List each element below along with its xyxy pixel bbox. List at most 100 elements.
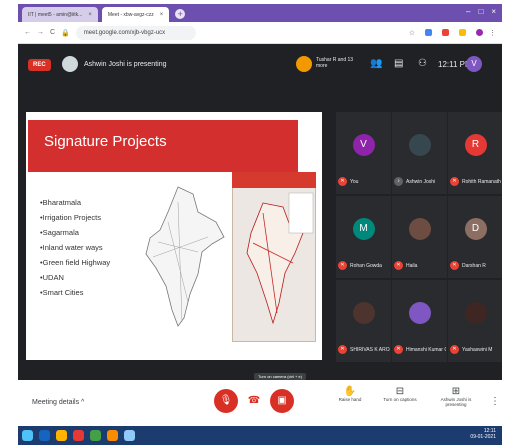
mic-off-icon: ✕ bbox=[450, 345, 459, 354]
participant-tile[interactable]: ✕ Haila bbox=[392, 196, 447, 278]
camera-button[interactable]: ▣ bbox=[270, 389, 294, 413]
taskbar-app-icon[interactable] bbox=[39, 430, 50, 441]
tab-meet-label: Meet - xbw-avgz-czz bbox=[107, 11, 154, 18]
mic-off-icon: ✕ bbox=[338, 261, 347, 270]
india-map bbox=[145, 186, 225, 327]
news-header bbox=[232, 172, 316, 188]
mic-off-icon: ✕ bbox=[450, 261, 459, 270]
extension-icon[interactable] bbox=[442, 29, 449, 36]
participant-grid: V ✕ You ♪ Ashwin Joshi R ✕ Rohith Ramanath M ✕… bbox=[336, 112, 502, 362]
presenting-label: Ashwin Joshi is presenting bbox=[84, 61, 167, 68]
meeting-controls-bar: Meeting details ^ Turn on camera (ctrl +… bbox=[18, 373, 502, 426]
participant-name: Yashaswini M bbox=[462, 347, 493, 353]
participant-name: Rohan Gowda bbox=[350, 263, 382, 269]
avatar: V bbox=[352, 134, 375, 156]
slide-item: Bharatmala bbox=[40, 198, 110, 213]
participant-tile[interactable]: ✕ Yashaswini M bbox=[448, 280, 502, 362]
minimize-icon[interactable]: – bbox=[466, 7, 470, 16]
back-icon[interactable]: ← bbox=[24, 29, 31, 36]
avatar bbox=[352, 302, 375, 324]
slide-item: Inland water ways bbox=[40, 243, 110, 258]
maximize-icon[interactable]: □ bbox=[478, 7, 483, 16]
present-icon: ⊞ bbox=[451, 386, 461, 397]
presenter-avatar bbox=[62, 56, 78, 72]
raise-hand-button[interactable]: ✋ Raise hand bbox=[330, 386, 370, 402]
avatar: D bbox=[464, 218, 487, 240]
extension-icon[interactable] bbox=[459, 29, 466, 36]
participant-name: Himanshi Kumar Gil bbox=[406, 347, 446, 353]
raise-hand-label: Raise hand bbox=[338, 397, 362, 402]
avatar bbox=[408, 302, 431, 324]
camera-tooltip: Turn on camera (ctrl + e) bbox=[254, 373, 306, 380]
participant-tile[interactable]: R ✕ Rohith Ramanath bbox=[448, 112, 502, 194]
meeting-top-bar: REC Ashwin Joshi is presenting Tushar R … bbox=[18, 44, 502, 92]
star-icon[interactable]: ☆ bbox=[409, 29, 415, 37]
recording-badge: REC bbox=[28, 59, 51, 71]
lock-icon: 🔒 bbox=[61, 29, 70, 37]
participant-name: Haila bbox=[406, 263, 418, 269]
participant-name: Ashwin Joshi bbox=[406, 179, 436, 185]
start-icon[interactable] bbox=[22, 430, 33, 441]
slide-item: UDAN bbox=[40, 273, 110, 288]
meeting-stage: Signature Projects Bharatmala Irrigation… bbox=[18, 92, 502, 380]
avatar: R bbox=[464, 134, 487, 156]
my-avatar[interactable]: V bbox=[466, 56, 482, 72]
slide-item: Sagarmala bbox=[40, 228, 110, 243]
participants-avatar bbox=[296, 56, 312, 72]
mic-off-icon: 🎙 bbox=[219, 395, 233, 406]
news-clipping bbox=[232, 172, 316, 342]
tab-bar: IIT | meet5 - amin@iitk... × Meet - xbw-a… bbox=[18, 4, 502, 22]
menu-icon[interactable]: ⋮ bbox=[489, 29, 496, 37]
captions-button[interactable]: ⊟ Turn on captions bbox=[380, 386, 420, 402]
others-label: Tushar R and 13 more bbox=[316, 57, 354, 69]
meeting-details-button[interactable]: Meeting details ^ bbox=[32, 399, 84, 406]
profile-avatar[interactable] bbox=[476, 29, 483, 36]
close-icon[interactable]: × bbox=[88, 12, 92, 18]
more-options-icon[interactable]: ⋮ bbox=[490, 396, 500, 407]
participant-tile[interactable]: ✕Himanshi Kumar Gil bbox=[392, 280, 447, 362]
chat-icon[interactable]: ▤ bbox=[394, 58, 403, 69]
present-label: Ashwin Joshi is presenting bbox=[440, 397, 472, 407]
hangup-icon: ☎ bbox=[247, 395, 261, 406]
tab-mail[interactable]: IIT | meet5 - amin@iitk... × bbox=[22, 7, 98, 22]
participant-tile[interactable]: ♪ Ashwin Joshi bbox=[392, 112, 447, 194]
reload-icon[interactable]: C bbox=[50, 29, 55, 36]
people-icon[interactable]: 👥 bbox=[370, 58, 382, 69]
participant-name: SHIRIVAS K AROJ bbox=[350, 347, 390, 353]
browser-window: IIT | meet5 - amin@iitk... × Meet - xbw-a… bbox=[18, 4, 502, 445]
slide-title: Signature Projects bbox=[44, 133, 167, 150]
leave-call-button[interactable]: ☎ bbox=[242, 389, 266, 413]
avatar: M bbox=[352, 218, 375, 240]
tab-mail-label: IIT | meet5 - amin@iitk... bbox=[28, 11, 83, 18]
new-tab-button[interactable]: + bbox=[175, 9, 186, 19]
mic-off-icon: ✕ bbox=[394, 261, 403, 270]
slide-item: Irrigation Projects bbox=[40, 213, 110, 228]
taskbar-app-icon[interactable] bbox=[107, 430, 118, 441]
taskbar-app-icon[interactable] bbox=[90, 430, 101, 441]
microphone-button[interactable]: 🎙 bbox=[214, 389, 238, 413]
close-window-icon[interactable]: × bbox=[491, 7, 496, 16]
participant-tile[interactable]: ✕ SHIRIVAS K AROJ bbox=[336, 280, 391, 362]
tab-meet[interactable]: Meet - xbw-avgz-czz × bbox=[101, 7, 170, 22]
slide-list: Bharatmala Irrigation Projects Sagarmala… bbox=[40, 198, 111, 303]
camera-off-icon: ▣ bbox=[277, 395, 287, 406]
participant-tile[interactable]: M ✕ Rohan Gowda bbox=[336, 196, 391, 278]
participant-tile[interactable]: D ✕ Darshan R bbox=[448, 196, 502, 278]
extension-icon[interactable] bbox=[425, 29, 432, 36]
participant-name: You bbox=[350, 179, 359, 185]
avatar bbox=[464, 302, 487, 324]
participant-tile[interactable]: V ✕ You bbox=[336, 112, 391, 194]
forward-icon[interactable]: → bbox=[37, 29, 44, 36]
activities-icon[interactable]: ⚇ bbox=[418, 58, 427, 69]
taskbar-app-icon[interactable] bbox=[124, 430, 135, 441]
close-icon[interactable]: × bbox=[160, 12, 164, 18]
captions-label: Turn on captions bbox=[383, 397, 417, 402]
url-field[interactable]: meet.google.com/xjb-vbgz-ucx bbox=[75, 25, 196, 40]
captions-icon: ⊟ bbox=[395, 386, 405, 397]
chrome-icon[interactable] bbox=[73, 430, 84, 441]
mic-off-icon: ✕ bbox=[338, 345, 347, 354]
folder-icon[interactable] bbox=[56, 430, 67, 441]
participant-name: Darshan R bbox=[462, 263, 486, 269]
mic-off-icon: ✕ bbox=[338, 177, 347, 186]
present-button[interactable]: ⊞ Ashwin Joshi is presenting bbox=[436, 386, 476, 407]
